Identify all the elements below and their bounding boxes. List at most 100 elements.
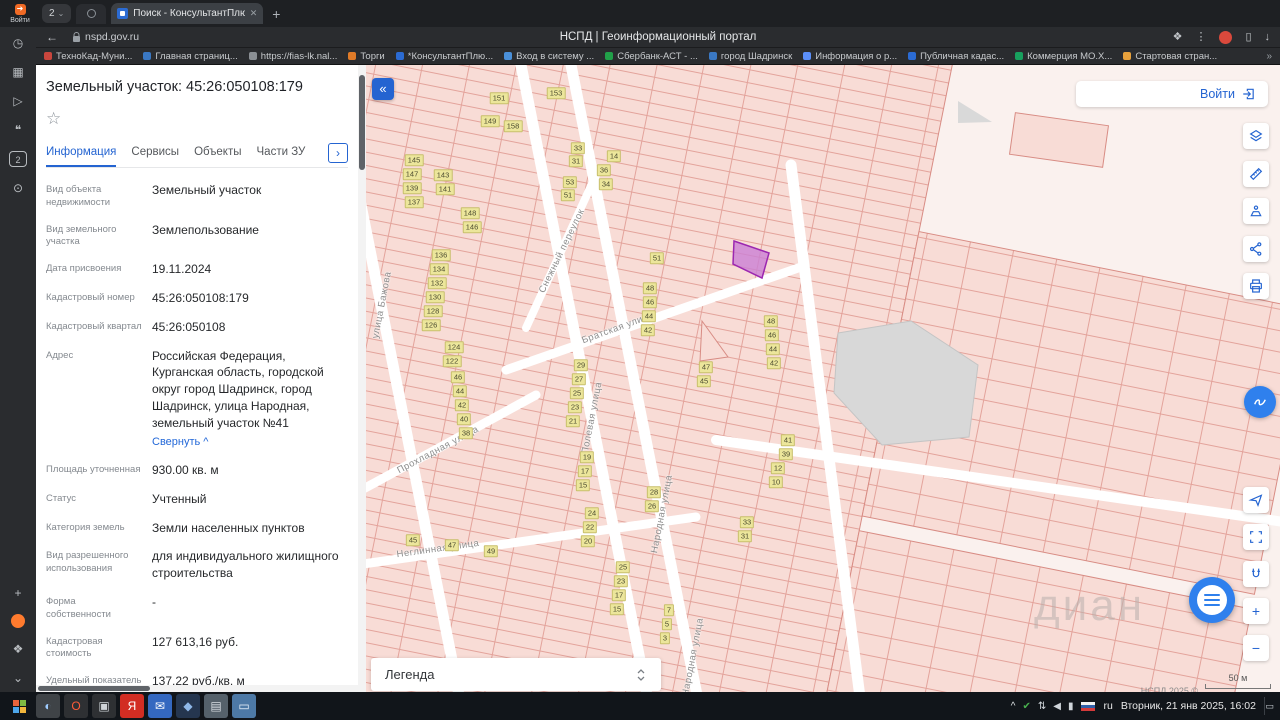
bookmark-item[interactable]: ТехноКад-Муни... — [44, 51, 132, 62]
scrollbar-thumb[interactable] — [359, 75, 365, 170]
profile-avatar[interactable] — [1219, 31, 1232, 44]
support-chat-button[interactable] — [1189, 577, 1235, 623]
bookmark-item[interactable]: Вход в систему ... — [504, 51, 594, 62]
yandex-services-icon[interactable] — [11, 614, 25, 628]
taskbar-clock[interactable]: Вторник, 21 янв 2025, 16:02 — [1121, 700, 1256, 712]
bookmark-item[interactable]: Стартовая стран... — [1123, 51, 1217, 62]
battery-icon[interactable]: ▮ — [1068, 701, 1074, 712]
taskbar-opera-icon[interactable]: О — [64, 694, 88, 718]
media-icon[interactable]: ▷ — [9, 93, 27, 109]
zoom-in-icon[interactable]: + — [1243, 598, 1269, 624]
pinned-tab[interactable] — [76, 4, 106, 24]
side-panel-icon[interactable]: ▯ — [1245, 32, 1251, 43]
tab-close-icon[interactable]: ✕ — [250, 8, 258, 19]
bookmark-item[interactable]: https://fias-lk.nal... — [249, 51, 338, 62]
field-value-text: Землепользование — [152, 222, 259, 239]
locate-me-icon[interactable] — [1243, 487, 1269, 513]
legend-label: Легенда — [385, 667, 434, 682]
volume-icon[interactable]: ◀ — [1053, 701, 1061, 712]
feedback-sketch-button[interactable] — [1244, 386, 1276, 418]
browser-menu-icon[interactable]: ⋮ — [1195, 32, 1206, 43]
print-tool-icon[interactable] — [1243, 273, 1269, 299]
taskbar-app-icon-1[interactable]: ▣ — [92, 694, 116, 718]
address-bar[interactable]: nspd.gov.ru — [72, 31, 139, 43]
taskbar-app-icon-2[interactable]: ◆ — [176, 694, 200, 718]
favorite-star-icon[interactable]: ☆ — [46, 109, 66, 129]
taskbar-yandex-browser-icon[interactable]: Я — [120, 694, 144, 718]
nearby-objects-tool-icon[interactable] — [1243, 198, 1269, 224]
panel-tab[interactable]: Объекты — [194, 143, 241, 167]
language-indicator[interactable]: ru — [1103, 700, 1112, 712]
start-button[interactable] — [6, 694, 32, 718]
extent-frame-icon[interactable] — [1243, 524, 1269, 550]
map-area[interactable]: улица БажоваСнежный переулокБратская ули… — [366, 65, 1280, 692]
bookmark-favicon — [1123, 52, 1131, 60]
bookmark-item[interactable]: *КонсультантПлю... — [396, 51, 493, 62]
panel-tab[interactable]: Части ЗУ — [257, 143, 306, 167]
taskbar-search-icon[interactable]: ◐ — [36, 694, 60, 718]
bookmark-item[interactable]: Сбербанк-АСТ - ... — [605, 51, 698, 62]
parcel-number-label: 128 — [424, 305, 443, 317]
panel-tab[interactable]: Сервисы — [131, 143, 179, 167]
panel-tab[interactable]: Информация — [46, 143, 116, 167]
history-icon[interactable]: ◷ — [9, 35, 27, 51]
bookmark-item[interactable]: Главная страниц... — [143, 51, 237, 62]
field-label: Площадь уточненная — [46, 462, 142, 479]
collapse-strip-icon[interactable]: ⌄ — [9, 670, 27, 686]
parcel-number-label: 34 — [599, 178, 613, 190]
tab-group-chip[interactable]: 2 ⌄ — [42, 4, 71, 23]
field-label: Форма собственности — [46, 594, 142, 622]
bookmark-item[interactable]: город Шадринск — [709, 51, 792, 62]
collapse-address-link[interactable]: Свернуть ^ — [152, 435, 208, 450]
field-value-text: 127 613,16 руб. — [152, 634, 238, 651]
extensions-icon[interactable]: ❖ — [1173, 32, 1183, 43]
bookmark-item[interactable]: Информация о р... — [803, 51, 897, 62]
new-tab-button[interactable]: + — [268, 6, 284, 22]
magnet-tool-icon[interactable] — [1243, 561, 1269, 587]
bookmark-item[interactable]: Коммерция МО.Х... — [1015, 51, 1112, 62]
bookmark-item[interactable]: Публичная кадас... — [908, 51, 1004, 62]
legend-bar[interactable]: Легенда — [371, 658, 661, 691]
antivirus-icon[interactable]: ✔ — [1022, 701, 1030, 712]
screenshot-icon[interactable]: ⊙ — [9, 180, 27, 196]
taskbar-app-icon-3[interactable]: ▤ — [204, 694, 228, 718]
bookmarks-overflow-icon[interactable]: » — [1266, 51, 1272, 62]
tabs-scroll-next-icon[interactable]: › — [328, 143, 348, 163]
notification-panel-icon[interactable]: ▭ — [1264, 697, 1274, 715]
downloads-icon[interactable]: ↓ — [1265, 32, 1271, 43]
active-tab[interactable]: Поиск - КонсультантПлю ✕ — [111, 3, 263, 24]
network-icon[interactable]: ⇅ — [1038, 701, 1046, 712]
measure-tool-icon[interactable] — [1243, 161, 1269, 187]
add-panel-icon[interactable]: + — [9, 585, 27, 601]
back-icon[interactable]: ← — [46, 30, 58, 44]
keyboard-layout-flag[interactable] — [1081, 702, 1095, 711]
parcel-number-label: 48 — [643, 282, 657, 294]
browser-profile-signin[interactable]: ➜ Войти — [3, 4, 37, 24]
hidden-icons-arrow[interactable]: ^ — [1011, 701, 1016, 712]
share-tool-icon[interactable] — [1243, 236, 1269, 262]
notes-count-badge[interactable]: 2 — [9, 151, 27, 167]
panel-horizontal-scrollbar[interactable] — [36, 685, 358, 692]
tabs-panel-icon[interactable]: ▦ — [9, 64, 27, 80]
taskbar-explorer-icon[interactable]: ▭ — [232, 694, 256, 718]
field-value-text: Земельный участок — [152, 182, 261, 199]
bookmark-item[interactable]: Торги — [348, 51, 384, 62]
messenger-icon[interactable]: ❝ — [9, 122, 27, 138]
parcel-number-label: 25 — [616, 561, 630, 573]
parcel-number-label: 17 — [612, 589, 626, 601]
scrollbar-thumb[interactable] — [38, 686, 150, 691]
panel-vertical-scrollbar[interactable] — [358, 65, 366, 692]
taskbar-mail-icon[interactable]: ✉ — [148, 694, 172, 718]
layers-tool-icon[interactable] — [1243, 123, 1269, 149]
extensions-icon[interactable]: ❖ — [9, 641, 27, 657]
map-login-button[interactable]: Войти — [1076, 81, 1268, 107]
parcel-number-label: 44 — [766, 343, 780, 355]
field-row: Площадь уточненная930.00 кв. м — [46, 462, 348, 479]
field-value-text: Российская Федерация, Курганская область… — [152, 348, 348, 432]
field-row: Кадастровый номер45:26:050108:179 — [46, 290, 348, 307]
field-value: 19.11.2024 — [152, 261, 211, 278]
zoom-out-icon[interactable]: − — [1243, 635, 1269, 661]
collapse-panel-icon[interactable]: « — [372, 78, 394, 100]
bookmark-label: Вход в систему ... — [516, 51, 594, 62]
parcel-number-label: 147 — [403, 168, 422, 180]
